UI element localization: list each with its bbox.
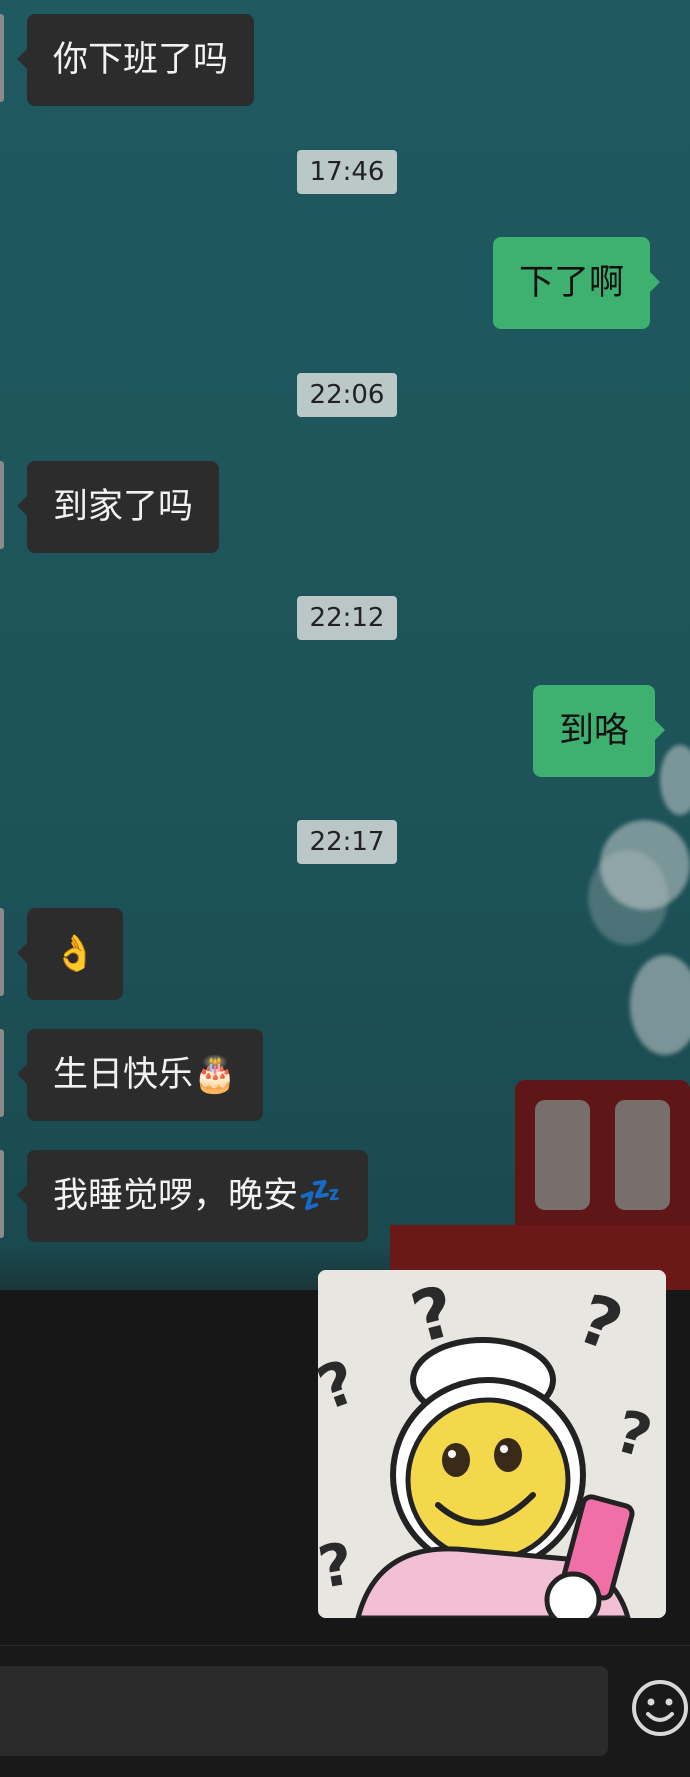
timestamp: 22:06 bbox=[297, 373, 397, 417]
avatar[interactable] bbox=[0, 908, 4, 996]
confused-smiley-sticker: ? ? ? ? ? bbox=[318, 1270, 666, 1618]
wallpaper-smoke bbox=[630, 955, 690, 1055]
message-text: 到咯 bbox=[559, 711, 630, 751]
message-bubble-incoming[interactable]: 👌 bbox=[17, 908, 123, 1000]
avatar[interactable] bbox=[0, 14, 4, 102]
message-bubble-outgoing[interactable]: 下了啊 bbox=[493, 237, 661, 329]
timestamp: 22:17 bbox=[297, 820, 397, 864]
timestamp: 22:12 bbox=[297, 596, 397, 640]
smiley-face-icon[interactable] bbox=[630, 1678, 690, 1738]
message-bubble-outgoing[interactable]: 到咯 bbox=[533, 685, 666, 777]
avatar[interactable] bbox=[0, 1029, 4, 1117]
message-input[interactable] bbox=[0, 1666, 608, 1756]
wallpaper-window bbox=[535, 1100, 590, 1210]
message-bubble-incoming[interactable]: 我睡觉啰，晚安💤 bbox=[17, 1150, 368, 1242]
wallpaper-smoke bbox=[660, 745, 690, 815]
message-text: 生日快乐🎂 bbox=[53, 1055, 237, 1095]
message-text: 👌 bbox=[53, 934, 97, 974]
wallpaper-house bbox=[515, 1080, 690, 1240]
message-bubble-incoming[interactable]: 生日快乐🎂 bbox=[17, 1029, 263, 1121]
message-bubble-incoming[interactable]: 你下班了吗 bbox=[16, 14, 255, 106]
sticker-image[interactable]: ? ? ? ? ? bbox=[318, 1270, 666, 1618]
avatar[interactable] bbox=[0, 461, 4, 549]
chat-screen: 你下班了吗 17:46 下了啊 22:06 到家了吗 22:12 到咯 22:1… bbox=[0, 0, 690, 1777]
input-bar bbox=[0, 1645, 690, 1777]
avatar[interactable] bbox=[0, 1150, 4, 1238]
message-text: 下了啊 bbox=[519, 263, 625, 303]
timestamp: 17:46 bbox=[297, 150, 397, 194]
wallpaper-smoke bbox=[600, 820, 690, 910]
message-text: 你下班了吗 bbox=[53, 40, 229, 80]
message-bubble-incoming[interactable]: 到家了吗 bbox=[16, 461, 220, 553]
message-text: 我睡觉啰，晚安💤 bbox=[53, 1176, 342, 1216]
wallpaper-smoke bbox=[588, 850, 668, 945]
wallpaper-window bbox=[615, 1100, 670, 1210]
message-text: 到家了吗 bbox=[53, 487, 194, 527]
